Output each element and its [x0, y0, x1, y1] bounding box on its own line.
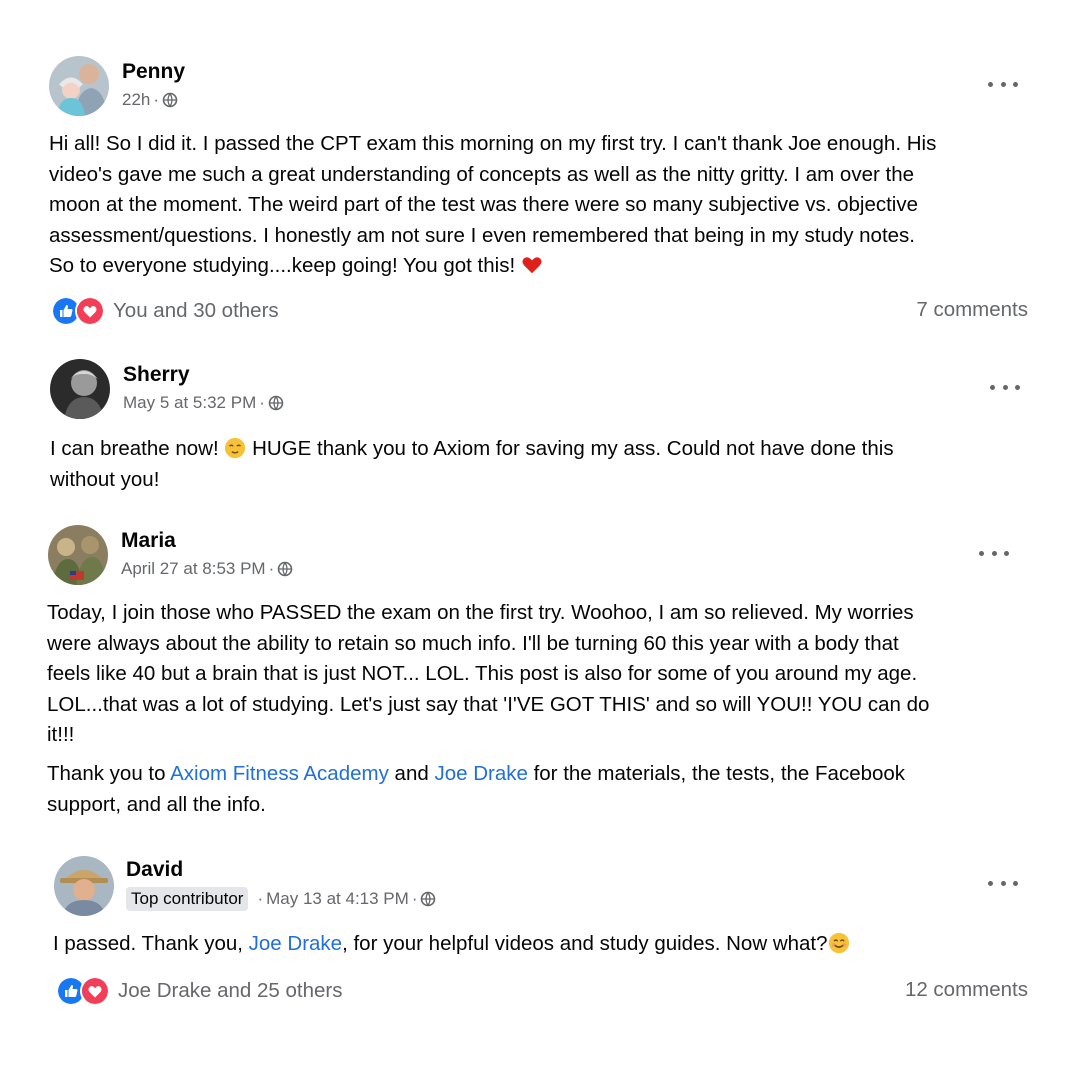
post-text-line: Today, I join those who PASSED the exam … — [47, 601, 914, 624]
post-text: Today, I join those who PASSED the exam … — [47, 598, 929, 751]
post-text-line: Thank you to Axiom Fitness Academy and J… — [47, 759, 905, 790]
post-text-segment: and — [388, 762, 435, 785]
post-text: I can breathe now! HUGE thank you to Axi… — [50, 434, 894, 495]
joe-drake-link[interactable]: Joe Drake — [434, 762, 527, 785]
post-text-line: it!!! — [47, 723, 75, 746]
love-reaction-icon — [80, 976, 110, 1006]
red-heart-emoji — [522, 257, 542, 274]
post-text-line: feels like 40 but a brain that is just N… — [47, 662, 918, 685]
reactions-summary[interactable]: Joe Drake and 25 others — [56, 976, 343, 1006]
avatar[interactable] — [54, 856, 114, 916]
post-text: Hi all! So I did it. I passed the CPT ex… — [49, 129, 936, 282]
comments-count[interactable]: 7 comments — [916, 298, 1028, 322]
post-text-segment: So to everyone studying....keep going! Y… — [49, 254, 521, 277]
post-meta: May 5 at 5:32 PM · — [123, 393, 284, 413]
axiom-fitness-academy-link[interactable]: Axiom Fitness Academy — [170, 762, 389, 785]
joe-drake-link[interactable]: Joe Drake — [249, 932, 342, 955]
more-options-icon[interactable] — [988, 876, 1018, 890]
post-meta: 22h · — [122, 90, 178, 110]
globe-icon — [277, 561, 293, 577]
avatar-photo — [54, 856, 114, 916]
avatar[interactable] — [49, 56, 109, 116]
post-text-line: I passed. Thank you, Joe Drake, for your… — [53, 929, 850, 960]
avatar-photo — [50, 359, 110, 419]
post-text-line: Hi all! So I did it. I passed the CPT ex… — [49, 132, 937, 155]
author-name[interactable]: David — [126, 858, 183, 882]
post-text-segment: for the materials, the tests, the Facebo… — [527, 762, 906, 785]
globe-icon — [162, 92, 178, 108]
post-time[interactable]: April 27 at 8:53 PM — [121, 559, 266, 579]
post-meta: Top contributor · May 13 at 4:13 PM · — [126, 887, 436, 911]
post-text-line: So to everyone studying....keep going! Y… — [49, 251, 936, 282]
post-time[interactable]: May 5 at 5:32 PM — [123, 393, 256, 413]
separator-dot: · — [153, 90, 160, 109]
more-options-icon[interactable] — [979, 546, 1009, 560]
author-name[interactable]: Penny — [122, 60, 185, 84]
post-text-line: were always about the ability to retain … — [47, 631, 899, 655]
globe-icon — [268, 395, 284, 411]
separator-dot: · — [268, 559, 275, 578]
post-text-segment: I can breathe now! — [50, 437, 225, 460]
love-reaction-icon — [75, 296, 105, 326]
separator-dot: · — [259, 393, 265, 412]
post-text-segment: , for your helpful videos and study guid… — [342, 932, 828, 955]
smiling-emoji — [828, 932, 849, 954]
post-text-line: moon at the moment. The weird part of th… — [49, 193, 919, 216]
comments-count[interactable]: 12 comments — [905, 978, 1028, 1002]
separator-dot: · — [411, 889, 418, 908]
globe-icon — [421, 891, 436, 907]
avatar[interactable] — [48, 525, 108, 585]
post-text-segment: HUGE thank you to Axiom for saving my as… — [246, 437, 894, 460]
author-name[interactable]: Sherry — [123, 363, 190, 387]
post-text-line: video's gave me such a great understandi… — [49, 162, 914, 186]
top-contributor-badge[interactable]: Top contributor — [126, 887, 249, 911]
post-time[interactable]: 22h — [122, 90, 150, 110]
reactions-count: Joe Drake and 25 others — [118, 979, 343, 1002]
post-text: I passed. Thank you, Joe Drake, for your… — [53, 929, 850, 960]
separator-dot: · — [257, 889, 264, 908]
post-time[interactable]: May 13 at 4:13 PM — [266, 889, 409, 909]
author-name[interactable]: Maria — [121, 529, 176, 553]
more-options-icon[interactable] — [988, 77, 1018, 91]
post-text-segment: I passed. Thank you, — [53, 932, 249, 955]
post-text-line: support, and all the info. — [47, 792, 266, 816]
relieved-face-emoji — [225, 437, 246, 459]
reactions-count: You and 30 others — [113, 299, 279, 322]
more-options-icon[interactable] — [990, 380, 1020, 394]
post-text-segment: Thank you to — [47, 762, 171, 785]
avatar-photo — [49, 56, 109, 116]
post-text-thanks: Thank you to Axiom Fitness Academy and J… — [47, 759, 905, 820]
post-meta: April 27 at 8:53 PM · — [121, 559, 293, 579]
post-text-line: I can breathe now! HUGE thank you to Axi… — [50, 434, 894, 465]
post-text-line: LOL...that was a lot of studying. Let's … — [47, 692, 930, 716]
post-text-line: without you! — [50, 467, 160, 491]
avatar-photo — [48, 525, 108, 585]
reactions-summary[interactable]: You and 30 others — [51, 296, 279, 326]
post-text-line: assessment/questions. I honestly am not … — [49, 223, 916, 247]
avatar[interactable] — [50, 359, 110, 419]
